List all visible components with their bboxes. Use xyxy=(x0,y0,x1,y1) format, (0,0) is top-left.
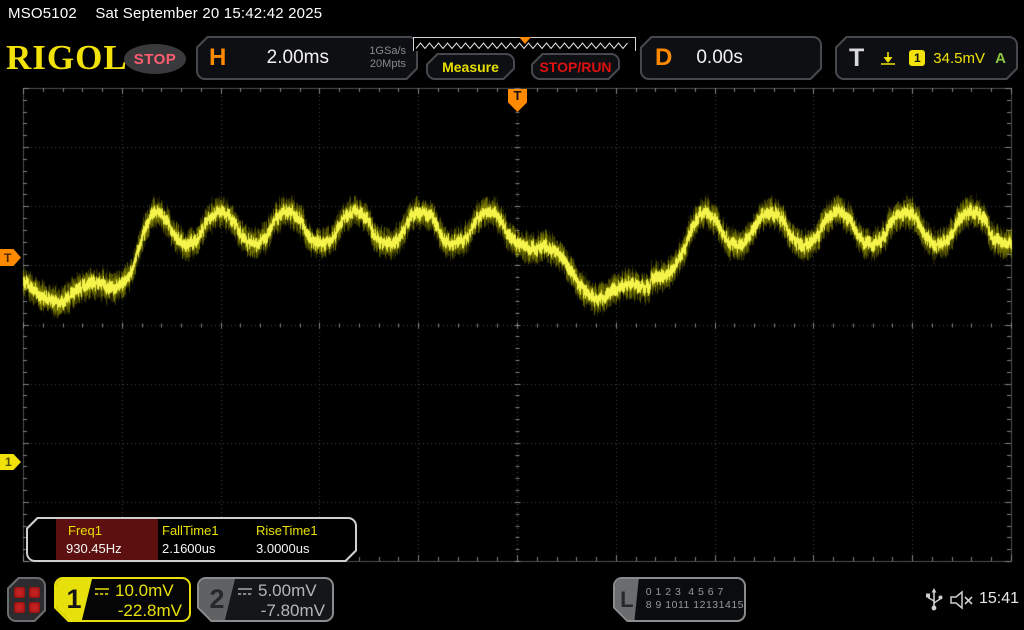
measure-button[interactable]: Measure xyxy=(426,53,515,80)
oscilloscope-screen: MSO5102 Sat September 20 15:42:42 2025 R… xyxy=(0,0,1024,630)
channel2-offset: -7.80mV xyxy=(235,601,332,620)
dc-coupling-icon xyxy=(237,586,253,597)
measurement-panel[interactable]: Freq1 930.45Hz FallTime1 2.1600us RiseTi… xyxy=(26,517,357,562)
measure-button-label: Measure xyxy=(428,59,513,75)
channel2-tab[interactable]: 2 5.00mV -7.80mV xyxy=(197,577,334,622)
logic-row-2: 8 9 1011 12131415 xyxy=(646,599,744,612)
sample-rate: 1GSa/s xyxy=(369,45,406,57)
run-state-badge: STOP xyxy=(124,44,186,74)
model-name: MSO5102 xyxy=(8,5,77,22)
measurement-name[interactable]: FallTime1 xyxy=(162,523,219,538)
stop-run-button[interactable]: STOP/RUN xyxy=(531,53,620,80)
memory-depth: 20Mpts xyxy=(370,58,406,70)
measurement-value: 3.0000us xyxy=(256,541,310,556)
channel1-tab[interactable]: 1 10.0mV -22.8mV xyxy=(54,577,191,622)
quick-menu-button[interactable] xyxy=(7,577,46,622)
falling-edge-trigger-icon xyxy=(878,48,898,68)
waveform-position-strip[interactable] xyxy=(413,37,636,51)
delay-panel[interactable]: D 0.00s xyxy=(640,36,822,80)
channel1-scale: 10.0mV xyxy=(115,581,174,601)
datetime-text: Sat September 20 15:42:42 2025 xyxy=(95,5,322,22)
clock-time: 15:41 xyxy=(979,590,1019,608)
trigger-level-value: 34.5mV xyxy=(933,50,985,67)
red-squares-grid-icon xyxy=(14,587,40,613)
horizontal-label: H xyxy=(209,44,226,72)
delay-label: D xyxy=(655,44,672,72)
stop-run-button-label: STOP/RUN xyxy=(533,59,618,75)
logic-row-1: 0 1 2 3 4 5 6 7 xyxy=(646,586,744,599)
channel1-offset: -22.8mV xyxy=(92,601,189,620)
usb-icon xyxy=(925,587,943,613)
dc-coupling-icon xyxy=(94,586,110,597)
titlebar: MSO5102 Sat September 20 15:42:42 2025 xyxy=(8,5,322,22)
acquisition-info: 1GSa/s 20Mpts xyxy=(369,45,406,71)
channel2-scale: 5.00mV xyxy=(258,581,317,601)
logic-channels-panel[interactable]: L 0 1 2 3 4 5 6 7 8 9 1011 12131415 xyxy=(613,577,746,622)
trigger-source-badge: 1 xyxy=(909,50,925,66)
trigger-mode-badge: A xyxy=(995,50,1006,67)
trigger-position-indicator xyxy=(519,37,531,44)
rigol-logo: RIGOL xyxy=(6,38,128,78)
measurement-value: 2.1600us xyxy=(162,541,216,556)
timebase-value: 2.00ms xyxy=(226,47,369,69)
logic-label: L xyxy=(615,579,639,620)
measurement-value: 930.45Hz xyxy=(66,541,122,556)
trigger-label: T xyxy=(849,44,864,73)
speaker-muted-icon[interactable] xyxy=(949,589,975,611)
measurement-name[interactable]: RiseTime1 xyxy=(256,523,318,538)
trigger-panel[interactable]: T 1 34.5mV A xyxy=(835,36,1018,80)
horizontal-panel[interactable]: H 2.00ms 1GSa/s 20Mpts xyxy=(196,36,418,80)
measurement-name[interactable]: Freq1 xyxy=(68,523,102,538)
delay-value: 0.00s xyxy=(696,47,742,69)
